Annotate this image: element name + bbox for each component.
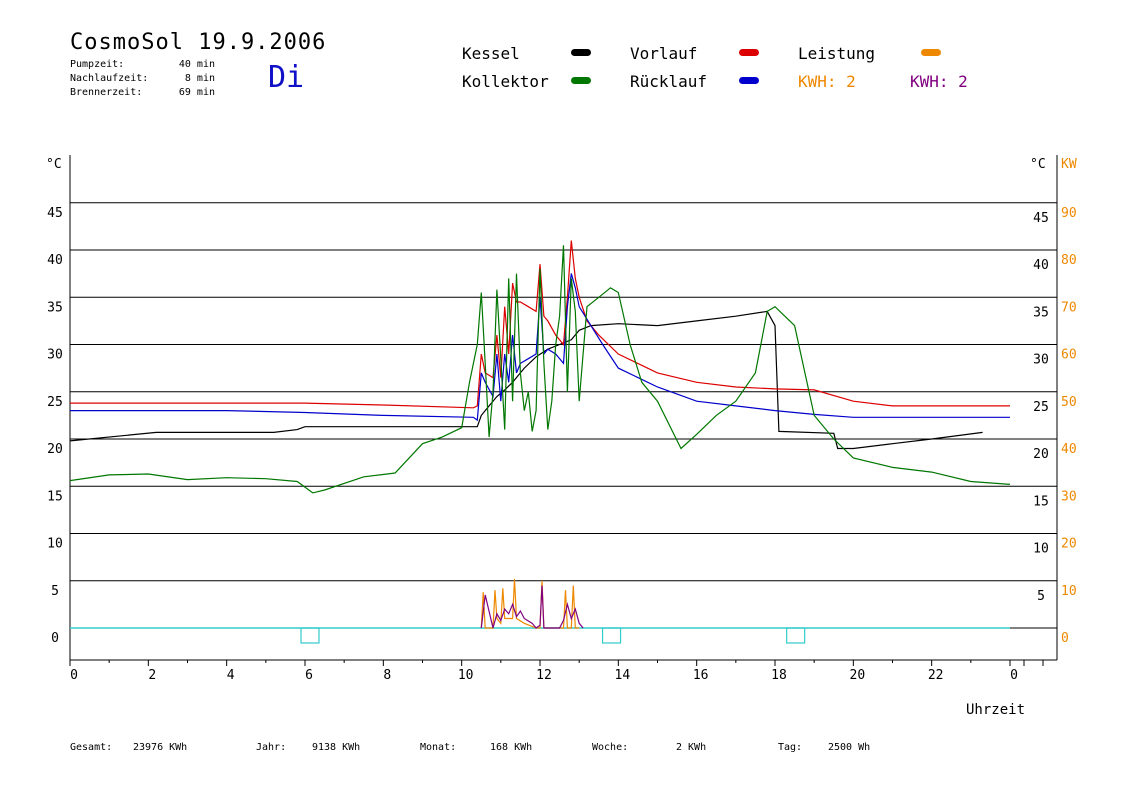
y-tick-label-kw: 10 — [1061, 584, 1077, 599]
x-tick-label: 10 — [458, 668, 474, 683]
x-tick-label: 12 — [536, 668, 552, 683]
footer-monat-value: 168 KWh — [490, 742, 533, 753]
y-tick-label-kw: 50 — [1061, 395, 1077, 410]
footer-woche-value: 2 KWh — [676, 742, 707, 753]
footer-jahr-value: 9138 KWh — [312, 742, 361, 753]
y-tick-label-kw: 90 — [1061, 206, 1077, 221]
x-tick-label: 0 — [1010, 668, 1018, 683]
y-tick-label-right: 15 — [1033, 494, 1049, 509]
y-tick-label-left: 0 — [51, 631, 59, 646]
x-tick-label: 22 — [928, 668, 944, 683]
footer-gesamt-label: Gesamt: — [70, 742, 113, 753]
x-tick-label: 6 — [305, 668, 313, 683]
footer-tag-value: 2500 Wh — [828, 742, 871, 753]
y-tick-label-left: 15 — [47, 489, 63, 504]
y-tick-label-left: 30 — [47, 348, 63, 363]
pump-marker — [786, 627, 806, 644]
footer-gesamt-value: 23976 KWh — [133, 742, 188, 753]
x-tick-label: 0 — [70, 668, 78, 683]
y-tick-label-right: 5 — [1037, 589, 1045, 604]
y-unit-left: °C — [46, 157, 62, 172]
x-tick-label: 4 — [227, 668, 235, 683]
series-leistung — [480, 578, 580, 629]
y-tick-label-right: 20 — [1033, 447, 1049, 462]
y-unit-right: °C — [1030, 157, 1046, 172]
y-tick-label-left: 35 — [47, 300, 63, 315]
y-tick-label-right: 30 — [1033, 353, 1049, 368]
y-tick-label-left: 45 — [47, 206, 63, 221]
y-tick-label-right: 35 — [1033, 305, 1049, 320]
y-tick-label-right: 45 — [1033, 211, 1049, 226]
pump-marker — [300, 627, 320, 644]
y-unit-kw: KW — [1061, 157, 1077, 172]
y-tick-label-left: 25 — [47, 395, 63, 410]
series-kollektor — [69, 245, 1011, 494]
footer-tag-label: Tag: — [778, 742, 803, 753]
series-vorlauf — [70, 240, 1010, 409]
pump-marker — [601, 627, 622, 644]
y-tick-label-left: 5 — [51, 584, 59, 599]
footer-woche-label: Woche: — [592, 742, 629, 753]
pump-markers — [300, 627, 806, 644]
x-tick-label: 18 — [771, 668, 787, 683]
y-tick-label-kw: 80 — [1061, 253, 1077, 268]
series-kessel — [69, 310, 983, 450]
x-tick-label: 20 — [850, 668, 866, 683]
y-tick-label-kw: 0 — [1061, 631, 1069, 646]
x-tick-label: 14 — [615, 668, 631, 683]
y-tick-label-kw: 40 — [1061, 442, 1077, 457]
temperature-chart: 0 2 4 6 8 10 12 14 16 18 20 22 045403530252015105045… — [46, 155, 1077, 718]
x-axis-label: Uhrzeit — [966, 702, 1025, 718]
y-tick-label-kw: 70 — [1061, 300, 1077, 315]
y-tick-label-kw: 60 — [1061, 348, 1077, 363]
series-r-cklauf — [70, 273, 1010, 422]
x-tick-label: 2 — [148, 668, 156, 683]
x-tick-label: 8 — [383, 668, 391, 683]
footer-monat-label: Monat: — [420, 742, 457, 753]
chart-series — [69, 240, 1011, 629]
x-tick-label: 16 — [693, 668, 709, 683]
y-tick-label-left: 10 — [47, 537, 63, 552]
y-tick-label-right: 25 — [1033, 400, 1049, 415]
y-tick-label-right: 10 — [1033, 542, 1049, 557]
y-tick-label-left: 40 — [47, 253, 63, 268]
tick-labels: 0 2 4 6 8 10 12 14 16 18 20 22 045403530252015105045… — [46, 157, 1077, 718]
y-tick-label-kw: 20 — [1061, 537, 1077, 552]
y-tick-label-kw: 30 — [1061, 489, 1077, 504]
y-tick-label-right: 40 — [1033, 258, 1049, 273]
footer-jahr-label: Jahr: — [256, 742, 287, 753]
y-tick-label-left: 20 — [47, 442, 63, 457]
